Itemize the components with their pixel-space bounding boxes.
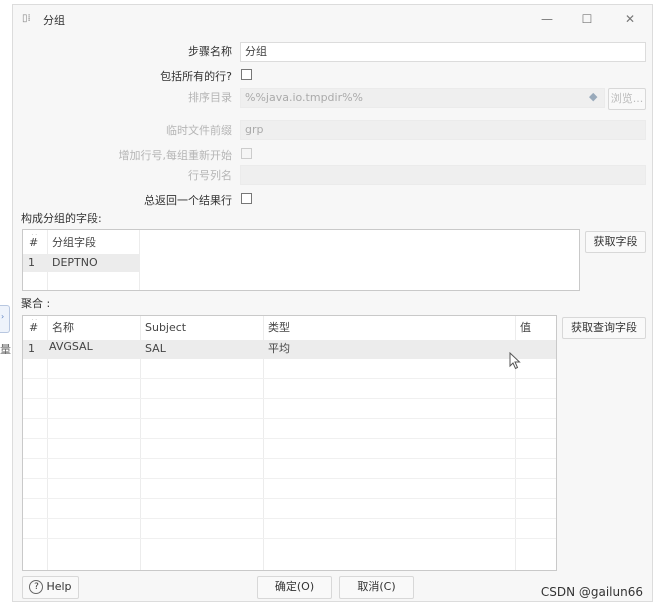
get-lookup-fields-button[interactable]: 获取查询字段 — [562, 317, 646, 339]
aggregate-name-cell[interactable]: AVGSAL — [47, 340, 140, 359]
column-header-type[interactable]: 类型 — [263, 319, 515, 337]
sort-indicator-icon: ^ — [31, 234, 38, 240]
help-label: Help — [46, 580, 72, 593]
always-one-row-checkbox[interactable] — [241, 193, 252, 204]
aggregate-type-cell[interactable]: 平均 — [263, 340, 515, 359]
row-number-cell[interactable]: 1 — [23, 340, 47, 359]
line-number-field-input[interactable] — [240, 165, 646, 185]
sort-indicator-icon: ^ — [31, 319, 38, 325]
aggregate-subject-cell[interactable]: SAL — [140, 340, 263, 359]
step-name-input[interactable]: 分组 — [240, 42, 646, 62]
include-all-rows-checkbox[interactable] — [241, 69, 252, 80]
window-title: 分组 — [43, 14, 65, 27]
add-line-number-checkbox[interactable] — [241, 148, 252, 159]
column-header-num[interactable]: ^ # — [23, 319, 47, 337]
group-field-cell[interactable]: DEPTNO — [47, 254, 139, 272]
title-bar: ▯⁞ 分组 — ☐ ✕ — [13, 5, 652, 33]
cancel-button[interactable]: 取消(C) — [339, 576, 414, 599]
help-button[interactable]: ? Help — [22, 576, 79, 599]
step-icon: ▯⁞ — [22, 13, 31, 24]
aggregates-table: ^ # 名称 Subject 类型 值 1 AVGSAL SAL 平均 — [22, 315, 557, 571]
temp-prefix-label: 临时文件前缀 — [166, 124, 232, 137]
close-button[interactable]: ✕ — [618, 10, 642, 28]
always-one-row-label: 总返回一个结果行 — [144, 194, 232, 207]
step-name-label: 步骤名称 — [188, 45, 232, 58]
column-header-value[interactable]: 值 — [515, 319, 556, 337]
watermark: CSDN @gailun66 — [540, 585, 643, 599]
minimize-button[interactable]: — — [535, 10, 559, 28]
add-line-number-label: 增加行号,每组重新开始 — [118, 149, 233, 162]
chevron-right-icon: › — [1, 312, 5, 321]
help-icon: ? — [29, 580, 44, 594]
sort-dir-input[interactable]: %%java.io.tmpdir%% — [240, 88, 605, 108]
row-number-cell[interactable]: 1 — [23, 254, 47, 272]
background-window-text: 量 — [0, 343, 11, 356]
background-window-edge: › — [0, 305, 10, 333]
column-header-num[interactable]: ^ # — [23, 234, 47, 252]
group-by-dialog: ▯⁞ 分组 — ☐ ✕ 步骤名称 分组 包括所有的行? 排序目录 %%java.… — [12, 4, 653, 602]
sort-dir-label: 排序目录 — [188, 91, 232, 104]
mouse-cursor-icon — [509, 352, 521, 370]
aggregate-value-cell[interactable] — [515, 340, 556, 359]
group-fields-label: 构成分组的字段: — [21, 212, 102, 225]
include-all-rows-label: 包括所有的行? — [160, 70, 232, 83]
temp-prefix-input[interactable]: grp — [240, 120, 646, 140]
line-number-field-label: 行号列名 — [188, 169, 232, 182]
variable-icon: ◆ — [589, 90, 598, 103]
maximize-button[interactable]: ☐ — [575, 10, 599, 28]
aggregates-label: 聚合 : — [21, 297, 51, 310]
column-header-name[interactable]: 名称 — [47, 319, 140, 337]
column-header-group-field[interactable]: 分组字段 — [47, 234, 139, 252]
browse-button[interactable]: 浏览... — [608, 88, 646, 110]
group-fields-table: ^ # 分组字段 1 DEPTNO — [22, 229, 580, 291]
ok-button[interactable]: 确定(O) — [257, 576, 332, 599]
column-header-subject[interactable]: Subject — [140, 319, 263, 337]
get-fields-button[interactable]: 获取字段 — [585, 231, 646, 253]
